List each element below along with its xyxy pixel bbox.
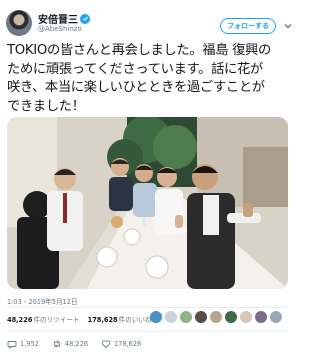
- avatar[interactable]: [165, 311, 177, 323]
- likes-count: 178,628: [87, 316, 118, 324]
- tweet-header: 安倍晋三 @AbeShinzo フォローする: [6, 8, 292, 42]
- tweet-line: 咲き、本当に楽しいひとときを過ごすことが: [7, 80, 265, 95]
- retweets-label: 件のリツイート: [33, 316, 80, 324]
- retweet-button[interactable]: 48,226: [52, 339, 88, 349]
- group-photo-illustration: [7, 117, 288, 289]
- retweets-count: 48,226: [7, 316, 33, 324]
- heart-icon: [101, 340, 111, 349]
- avatar[interactable]: [240, 311, 252, 323]
- like-count: 178,628: [113, 340, 142, 348]
- likes-stat[interactable]: 178,628件のいいね: [88, 314, 152, 324]
- chevron-down-icon[interactable]: [282, 20, 294, 32]
- tweet-text: TOKIOの皆さんと再会しました。福島 復興の ために頑張ってくださっています。…: [7, 42, 292, 116]
- avatar[interactable]: [210, 311, 222, 323]
- retweet-icon: [53, 340, 60, 348]
- divider: [7, 307, 288, 308]
- avatar[interactable]: [195, 311, 207, 323]
- tweet-photo[interactable]: [7, 117, 288, 289]
- avatar[interactable]: [180, 311, 192, 323]
- avatar[interactable]: [255, 311, 267, 323]
- reply-icon: [7, 341, 17, 349]
- divider: [7, 331, 288, 332]
- like-button[interactable]: 178,628: [101, 339, 141, 349]
- tweet-timestamp[interactable]: 1:03 - 2019年5月12日: [7, 296, 78, 306]
- name-row: 安倍晋三: [38, 11, 90, 26]
- verified-badge-icon: [80, 13, 90, 24]
- tweet-line: できました！: [7, 98, 85, 114]
- user-handle[interactable]: @AbeShinzo: [38, 25, 82, 33]
- retweets-stat[interactable]: 48,226件のリツイート: [7, 314, 80, 324]
- likes-label: 件のいいね: [118, 316, 152, 324]
- tweet-stats: 48,226件のリツイート 178,628件のいいね: [7, 314, 152, 324]
- tweet-line: ために頑張ってくださっています。話に花が: [7, 61, 263, 77]
- retweet-count: 48,226: [64, 340, 88, 348]
- tweet-line: TOKIOの皆さんと再会しました。福島 復興の: [7, 43, 271, 58]
- likers-avatars: [150, 311, 282, 323]
- reply-button[interactable]: 1,952: [7, 339, 39, 349]
- avatar[interactable]: [150, 311, 162, 323]
- follow-button[interactable]: フォローする: [220, 18, 276, 34]
- avatar[interactable]: [225, 311, 237, 323]
- tweet-actions: 1,952 48,226 178,628: [7, 339, 154, 349]
- reply-count: 1,952: [20, 340, 39, 348]
- avatar[interactable]: [270, 311, 282, 323]
- avatar[interactable]: [6, 10, 32, 36]
- display-name[interactable]: 安倍晋三: [38, 11, 78, 26]
